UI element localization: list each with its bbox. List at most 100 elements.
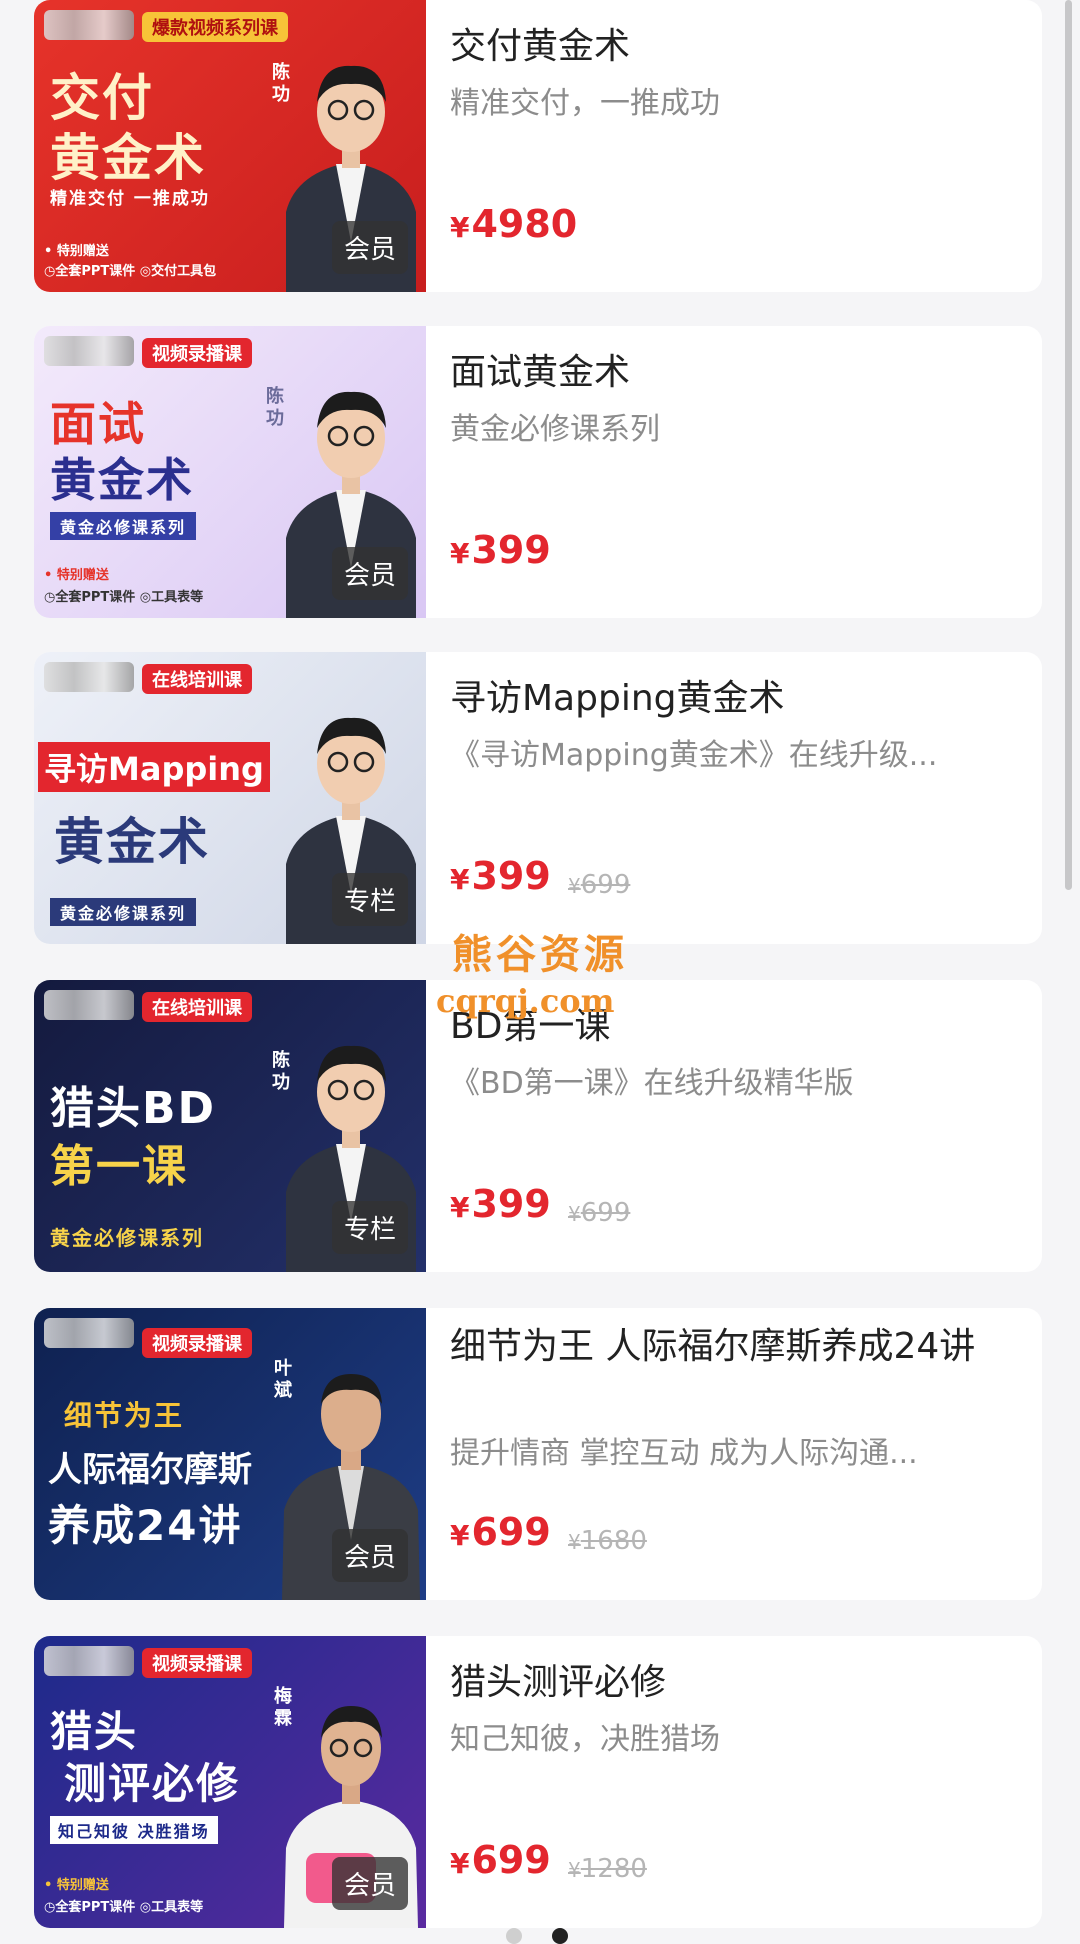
course-card[interactable]: 视频录播课 面试 黄金术 黄金必修课系列 • 特别赠送 ◷全套PPT课件 ◎工具… bbox=[34, 326, 1042, 618]
blurred-logo bbox=[44, 1318, 134, 1348]
page-dot[interactable] bbox=[506, 1928, 522, 1944]
course-info: 细节为王 人际福尔摩斯养成24讲 提升情商 掌控互动 成为人际沟通... ¥69… bbox=[450, 1308, 1022, 1600]
course-info: 面试黄金术 黄金必修课系列 ¥399 bbox=[450, 326, 1022, 618]
course-card[interactable]: 视频录播课 猎头 测评必修 知己知彼 决胜猎场 • 特别赠送 ◷全套PPT课件 … bbox=[34, 1636, 1042, 1928]
course-thumbnail: 爆款视频系列课 交付 黄金术 精准交付 一推成功 • 特别赠送 ◷全套PPT课件… bbox=[34, 0, 426, 292]
thumb-title-line2: 第一课 bbox=[50, 1141, 188, 1192]
course-price: ¥399 bbox=[450, 528, 551, 572]
column-badge: 专栏 bbox=[331, 1201, 408, 1254]
thumb-title-line1: 细节为王 bbox=[64, 1399, 185, 1432]
price-value: 4980 bbox=[471, 202, 578, 246]
course-title[interactable]: 寻访Mapping黄金术 bbox=[450, 674, 1020, 724]
course-description: 提升情商 掌控互动 成为人际沟通... bbox=[450, 1436, 918, 1471]
original-price-value: 699 bbox=[580, 1198, 631, 1228]
course-price: ¥399 bbox=[450, 1182, 551, 1226]
course-price: ¥699 bbox=[450, 1510, 551, 1554]
course-title[interactable]: 细节为王 人际福尔摩斯养成24讲 bbox=[450, 1322, 1020, 1372]
original-price: ¥1280 bbox=[568, 1854, 647, 1884]
course-description: 黄金必修课系列 bbox=[450, 412, 660, 447]
blurred-logo bbox=[44, 10, 134, 40]
watermark-text: 熊谷资源 bbox=[452, 932, 628, 978]
watermark-url: cqrqj.com bbox=[436, 982, 615, 1020]
thumb-subtitle: 黄金必修课系列 bbox=[50, 898, 197, 926]
membership-badge: 会员 bbox=[331, 221, 408, 274]
course-card[interactable]: 在线培训课 寻访Mapping 黄金术 黄金必修课系列 专栏 寻访Mapping… bbox=[34, 652, 1042, 944]
membership-badge: 会员 bbox=[331, 1857, 408, 1910]
currency-symbol: ¥ bbox=[450, 1519, 470, 1552]
blurred-logo bbox=[44, 336, 134, 366]
scrollbar[interactable] bbox=[1065, 0, 1072, 890]
price-value: 699 bbox=[471, 1510, 551, 1554]
thumb-gift-items: ◷全套PPT课件 ◎工具表等 bbox=[44, 1900, 204, 1915]
thumb-tag: 视频录播课 bbox=[142, 1328, 252, 1358]
course-price: ¥399 bbox=[450, 854, 551, 898]
course-thumbnail: 视频录播课 细节为王 人际福尔摩斯 养成24讲 叶斌 会员 bbox=[34, 1308, 426, 1600]
thumb-title-line2: 测评必修 bbox=[64, 1759, 241, 1808]
currency-symbol: ¥ bbox=[568, 874, 581, 898]
currency-symbol: ¥ bbox=[450, 211, 470, 244]
currency-symbol: ¥ bbox=[568, 1858, 581, 1882]
thumb-title-line2: 黄金术 bbox=[50, 453, 194, 507]
thumb-title-line2: 黄金术 bbox=[54, 813, 210, 871]
blurred-logo bbox=[44, 990, 134, 1020]
thumb-subtitle: 精准交付 一推成功 bbox=[50, 189, 210, 209]
original-price-value: 1680 bbox=[580, 1526, 647, 1556]
original-price-value: 699 bbox=[580, 870, 631, 900]
original-price: ¥699 bbox=[568, 870, 630, 900]
currency-symbol: ¥ bbox=[450, 1847, 470, 1880]
course-info: 交付黄金术 精准交付，一推成功 ¥4980 bbox=[450, 0, 1022, 292]
course-price: ¥4980 bbox=[450, 202, 577, 246]
original-price-value: 1280 bbox=[580, 1854, 647, 1884]
price-value: 399 bbox=[471, 854, 551, 898]
course-description: 精准交付，一推成功 bbox=[450, 86, 720, 121]
thumb-tag: 爆款视频系列课 bbox=[142, 12, 288, 42]
currency-symbol: ¥ bbox=[450, 537, 470, 570]
thumb-subtitle: 黄金必修课系列 bbox=[50, 1226, 204, 1250]
page-dot-active[interactable] bbox=[552, 1928, 568, 1944]
thumb-gift-label: • 特别赠送 bbox=[44, 244, 109, 259]
price-value: 399 bbox=[471, 1182, 551, 1226]
thumb-title-line1: 寻访Mapping bbox=[38, 742, 270, 792]
currency-symbol: ¥ bbox=[450, 863, 470, 896]
currency-symbol: ¥ bbox=[568, 1202, 581, 1226]
course-info: 寻访Mapping黄金术 《寻访Mapping黄金术》在线升级... ¥399 … bbox=[450, 652, 1022, 944]
course-thumbnail: 视频录播课 面试 黄金术 黄金必修课系列 • 特别赠送 ◷全套PPT课件 ◎工具… bbox=[34, 326, 426, 618]
course-description: 《寻访Mapping黄金术》在线升级... bbox=[450, 738, 938, 773]
course-title[interactable]: 交付黄金术 bbox=[450, 22, 1020, 72]
course-card[interactable]: 视频录播课 细节为王 人际福尔摩斯 养成24讲 叶斌 会员 细节为王 人际福尔摩… bbox=[34, 1308, 1042, 1600]
course-description: 知己知彼，决胜猎场 bbox=[450, 1722, 720, 1757]
original-price: ¥1680 bbox=[568, 1526, 647, 1556]
currency-symbol: ¥ bbox=[450, 1191, 470, 1224]
original-price: ¥699 bbox=[568, 1198, 630, 1228]
course-card[interactable]: 在线培训课 猎头BD 第一课 黄金必修课系列 陈功 专栏 BD第一课 《BD第一… bbox=[34, 980, 1042, 1272]
thumb-subtitle: 黄金必修课系列 bbox=[50, 512, 197, 540]
course-thumbnail: 在线培训课 寻访Mapping 黄金术 黄金必修课系列 专栏 bbox=[34, 652, 426, 944]
thumb-title-line2: 黄金术 bbox=[50, 129, 206, 187]
thumb-gift-label: • 特别赠送 bbox=[44, 568, 109, 583]
thumb-title-line3: 养成24讲 bbox=[48, 1501, 243, 1550]
thumb-tag: 在线培训课 bbox=[142, 992, 252, 1022]
course-thumbnail: 在线培训课 猎头BD 第一课 黄金必修课系列 陈功 专栏 bbox=[34, 980, 426, 1272]
course-info: BD第一课 《BD第一课》在线升级精华版 ¥399 ¥699 bbox=[450, 980, 1022, 1272]
currency-symbol: ¥ bbox=[568, 1530, 581, 1554]
thumb-tag: 视频录播课 bbox=[142, 338, 252, 368]
blurred-logo bbox=[44, 1646, 134, 1676]
thumb-gift-label: • 特别赠送 bbox=[44, 1878, 109, 1893]
thumb-subtitle: 知己知彼 决胜猎场 bbox=[50, 1816, 218, 1844]
course-info: 猎头测评必修 知己知彼，决胜猎场 ¥699 ¥1280 bbox=[450, 1636, 1022, 1928]
price-value: 699 bbox=[471, 1838, 551, 1882]
thumb-gift-items: ◷全套PPT课件 ◎工具表等 bbox=[44, 590, 204, 605]
membership-badge: 会员 bbox=[331, 547, 408, 600]
blurred-logo bbox=[44, 662, 134, 692]
thumb-title-line2: 人际福尔摩斯 bbox=[48, 1450, 252, 1490]
course-card[interactable]: 爆款视频系列课 交付 黄金术 精准交付 一推成功 • 特别赠送 ◷全套PPT课件… bbox=[34, 0, 1042, 292]
course-title[interactable]: 面试黄金术 bbox=[450, 348, 1020, 398]
thumb-title-line1: 猎头BD bbox=[50, 1083, 217, 1134]
thumb-gift-items: ◷全套PPT课件 ◎交付工具包 bbox=[44, 264, 217, 279]
thumb-tag: 在线培训课 bbox=[142, 664, 252, 694]
course-title[interactable]: 猎头测评必修 bbox=[450, 1658, 1020, 1708]
course-price: ¥699 bbox=[450, 1838, 551, 1882]
membership-badge: 会员 bbox=[331, 1529, 408, 1582]
course-thumbnail: 视频录播课 猎头 测评必修 知己知彼 决胜猎场 • 特别赠送 ◷全套PPT课件 … bbox=[34, 1636, 426, 1928]
course-description: 《BD第一课》在线升级精华版 bbox=[450, 1066, 854, 1101]
